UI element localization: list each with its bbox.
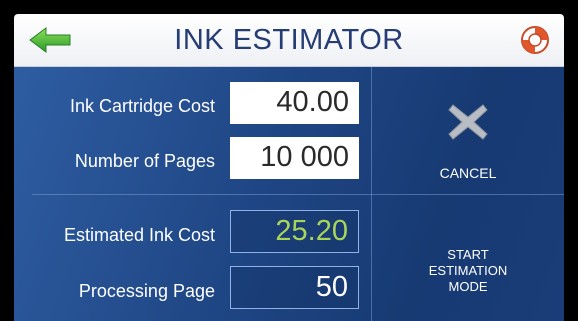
start-label-line2: ESTIMATION — [428, 263, 508, 278]
ink-estimator-window: INK ESTIMATOR Ink Cartridge Cost 40.00 N… — [14, 14, 564, 321]
help-button[interactable] — [519, 24, 551, 56]
processing-page-value: 50 — [230, 266, 359, 309]
pages-label: Number of Pages — [74, 151, 215, 171]
start-label-line3: MODE — [448, 279, 488, 294]
cancel-button[interactable]: CANCEL — [372, 67, 564, 194]
main-panel: Ink Cartridge Cost 40.00 Number of Pages… — [14, 67, 564, 321]
app-frame: INK ESTIMATOR Ink Cartridge Cost 40.00 N… — [0, 0, 578, 321]
processing-page-label: Processing Page — [78, 281, 215, 301]
cartridge-cost-input[interactable]: 40.00 — [230, 82, 359, 124]
estimated-cost-label: Estimated Ink Cost — [63, 225, 215, 245]
close-x-icon — [448, 104, 488, 140]
start-estimation-button[interactable]: START ESTIMATION MODE — [372, 195, 564, 321]
pages-input[interactable]: 10 000 — [230, 137, 359, 179]
start-label-line1: START — [447, 247, 489, 262]
header-bar: INK ESTIMATOR — [14, 14, 564, 67]
page-title: INK ESTIMATOR — [174, 24, 404, 56]
lifebuoy-icon — [521, 26, 549, 54]
cartridge-cost-label: Ink Cartridge Cost — [69, 96, 215, 116]
start-estimation-label: START ESTIMATION MODE — [372, 247, 564, 295]
cancel-label: CANCEL — [439, 165, 497, 181]
estimated-cost-value: 25.20 — [230, 210, 359, 253]
